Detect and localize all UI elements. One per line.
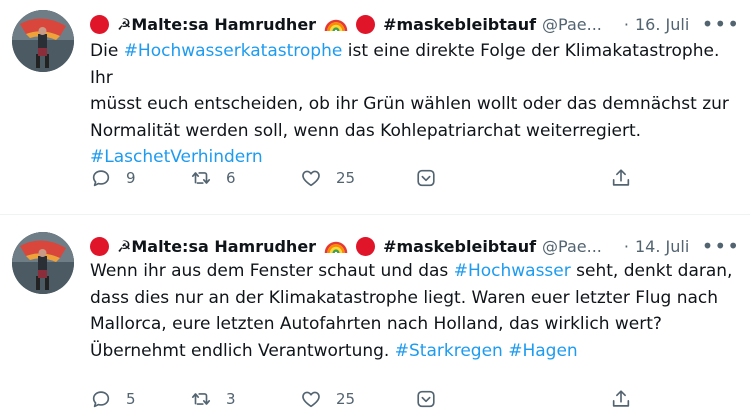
retweet-count: 3 xyxy=(226,390,236,408)
retweet-button[interactable]: 3 xyxy=(190,384,236,414)
author-name[interactable]: ☭Malte:sa Hamrudher #maskebleibtauf xyxy=(117,236,536,256)
react-icon xyxy=(417,169,435,187)
share-button[interactable] xyxy=(610,163,632,193)
like-button[interactable]: 25 xyxy=(300,384,355,414)
tweet[interactable]: ☭Malte:sa Hamrudher #maskebleibtauf @Pae… xyxy=(0,0,750,214)
red-circle-icon xyxy=(90,236,109,256)
reply-count: 9 xyxy=(126,169,136,187)
separator: · xyxy=(623,236,629,256)
react-icon xyxy=(417,390,435,408)
reply-button[interactable]: 9 xyxy=(90,163,136,193)
avatar[interactable] xyxy=(12,10,74,72)
more-options-button[interactable]: ••• xyxy=(702,10,740,38)
tweet-date[interactable]: 14. Juli xyxy=(635,237,689,256)
share-icon xyxy=(612,390,630,407)
tweet-text: Die #Hochwasserkatastrophe ist eine dire… xyxy=(90,38,734,171)
author-name[interactable]: ☭Malte:sa Hamrudher #maskebleibtauf xyxy=(117,14,536,34)
reply-count: 5 xyxy=(126,390,136,408)
react-button[interactable] xyxy=(415,163,437,193)
tweet-date[interactable]: 16. Juli xyxy=(635,15,689,34)
retweet-icon xyxy=(191,172,211,184)
hashtag-link[interactable]: #Hochwasser xyxy=(454,261,571,281)
retweet-count: 6 xyxy=(226,169,236,187)
rainbow-icon xyxy=(324,19,348,32)
react-button[interactable] xyxy=(415,384,437,414)
hashtag-link[interactable]: #Starkregen xyxy=(395,341,503,361)
tweet-header: ☭Malte:sa Hamrudher #maskebleibtauf @Pae… xyxy=(90,232,740,260)
reply-button[interactable]: 5 xyxy=(90,384,136,414)
author-handle[interactable]: @Pae... xyxy=(542,15,602,34)
tweet-actions: 9 6 25 xyxy=(90,163,650,193)
reply-icon xyxy=(92,391,110,408)
hashtag-link[interactable]: #Hagen xyxy=(508,341,577,361)
tweet[interactable]: ☭Malte:sa Hamrudher #maskebleibtauf @Pae… xyxy=(0,215,750,414)
red-circle-icon xyxy=(90,14,109,34)
share-icon xyxy=(612,169,630,186)
like-count: 25 xyxy=(336,390,356,408)
like-count: 25 xyxy=(336,169,356,187)
rainbow-icon xyxy=(324,241,348,254)
tweet-actions: 5 3 25 xyxy=(90,384,650,414)
share-button[interactable] xyxy=(610,384,632,414)
red-circle-icon xyxy=(356,14,376,34)
tweet-text: Wenn ihr aus dem Fenster schaut und das … xyxy=(90,258,734,364)
separator: · xyxy=(623,14,629,34)
tweet-text-segment: Die xyxy=(90,41,124,61)
hashtag-link[interactable]: #Hochwasserkatastrophe xyxy=(124,41,343,61)
author-handle[interactable]: @Pae... xyxy=(542,237,602,256)
retweet-icon xyxy=(191,393,211,405)
tweet-text-segment: Wenn ihr aus dem Fenster schaut und das xyxy=(90,261,454,281)
tweet-header: ☭Malte:sa Hamrudher #maskebleibtauf @Pae… xyxy=(90,10,740,38)
retweet-button[interactable]: 6 xyxy=(190,163,236,193)
like-button[interactable]: 25 xyxy=(300,163,355,193)
red-circle-icon xyxy=(356,236,376,256)
avatar[interactable] xyxy=(12,232,74,294)
like-icon xyxy=(302,391,320,408)
reply-icon xyxy=(92,170,110,187)
like-icon xyxy=(302,170,320,187)
tweet-feed: ☭Malte:sa Hamrudher #maskebleibtauf @Pae… xyxy=(0,0,750,414)
more-options-button[interactable]: ••• xyxy=(702,232,740,260)
